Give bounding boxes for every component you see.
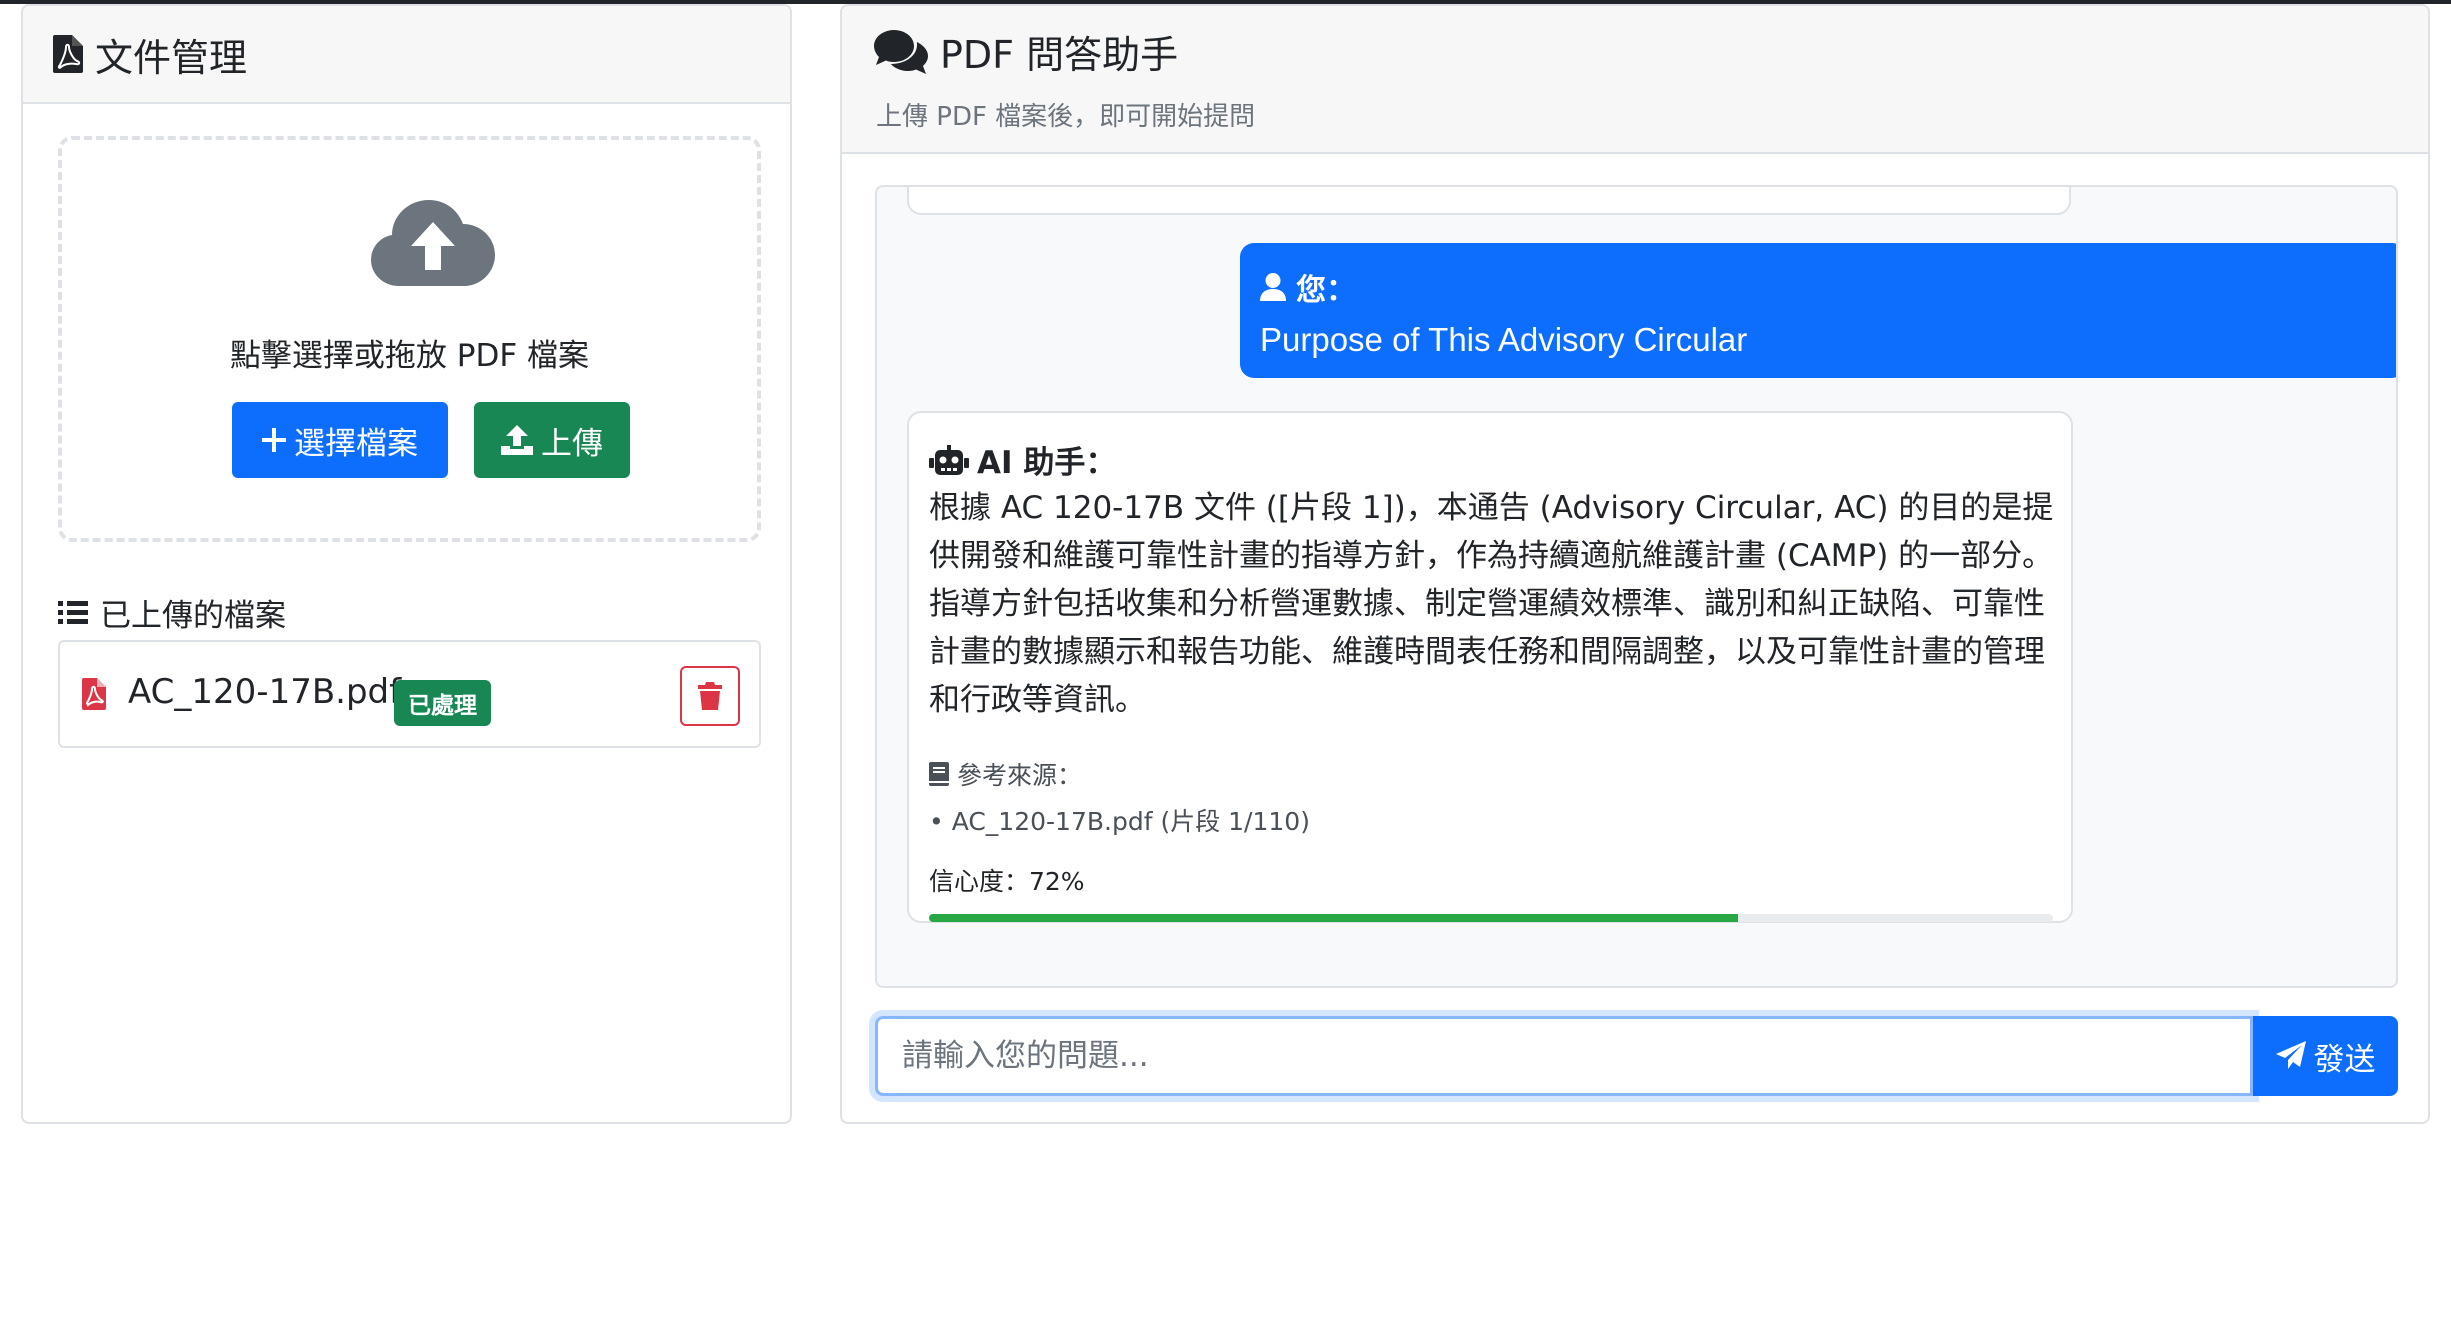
user-message-label: 您：	[1260, 265, 2386, 309]
send-button[interactable]: 發送	[2253, 1016, 2398, 1096]
paper-plane-icon	[2275, 1041, 2306, 1071]
upload-button[interactable]: 上傳	[474, 402, 630, 478]
file-management-panel: 文件管理 點擊選擇或拖放 PDF 檔案 選擇檔案 上傳 已上傳的檔案 AC_12…	[21, 4, 792, 1124]
pdf-qa-subtitle: 上傳 PDF 檔案後，即可開始提問	[876, 102, 1256, 132]
uploaded-files-title: 已上傳的檔案	[58, 590, 286, 635]
reference-item: • AC_120-17B.pdf (片段 1/110)	[929, 807, 1310, 836]
previous-message	[907, 187, 2071, 215]
file-list-item: AC_120-17B.pdf 已處理	[58, 640, 761, 748]
cloud-upload-icon	[371, 200, 495, 290]
file-management-header: 文件管理	[23, 6, 790, 104]
delete-file-button[interactable]	[680, 666, 740, 726]
list-icon	[58, 600, 88, 625]
pdf-qa-panel: PDF 問答助手 上傳 PDF 檔案後，即可開始提問 您： Purpose of…	[840, 4, 2430, 1124]
references-title: 參考來源：	[929, 756, 2051, 792]
user-icon	[1260, 273, 1286, 301]
confidence-progress-fill	[929, 914, 1739, 922]
chat-messages-area[interactable]: 您： Purpose of This Advisory Circular AI …	[875, 185, 2398, 988]
confidence-progress-bar	[929, 914, 2053, 922]
book-icon	[929, 762, 949, 786]
status-badge: 已處理	[394, 680, 491, 726]
references-section: 參考來源： • AC_120-17B.pdf (片段 1/110)	[929, 756, 2051, 838]
comments-icon	[874, 29, 928, 74]
plus-icon	[262, 428, 286, 452]
ai-message-text: 根據 AC 120-17B 文件 ([片段 1])，本通告 (Advisory …	[929, 490, 2054, 718]
pdf-qa-header: PDF 問答助手 上傳 PDF 檔案後，即可開始提問	[842, 6, 2428, 154]
upload-dropzone[interactable]: 點擊選擇或拖放 PDF 檔案 選擇檔案 上傳	[58, 136, 761, 542]
ai-message-label: AI 助手：	[929, 437, 2051, 482]
dropzone-text: 點擊選擇或拖放 PDF 檔案	[229, 338, 590, 374]
file-name[interactable]: AC_120-17B.pdf	[128, 672, 401, 712]
question-input[interactable]	[875, 1016, 2253, 1096]
upload-icon	[501, 425, 533, 455]
ai-message: AI 助手： 根據 AC 120-17B 文件 ([片段 1])，本通告 (Ad…	[907, 411, 2073, 923]
choose-file-button[interactable]: 選擇檔案	[232, 402, 448, 478]
trash-icon	[698, 682, 722, 710]
user-message: 您： Purpose of This Advisory Circular	[1240, 243, 2396, 378]
file-pdf-icon	[53, 35, 83, 73]
pdf-qa-title: PDF 問答助手	[874, 24, 1178, 79]
robot-icon	[929, 444, 969, 475]
user-message-text: Purpose of This Advisory Circular	[1260, 321, 1748, 358]
confidence-label: 信心度：72%	[929, 867, 1085, 896]
question-input-row: 發送	[875, 1016, 2398, 1096]
file-pdf-icon	[82, 678, 106, 714]
file-management-title: 文件管理	[53, 27, 247, 82]
